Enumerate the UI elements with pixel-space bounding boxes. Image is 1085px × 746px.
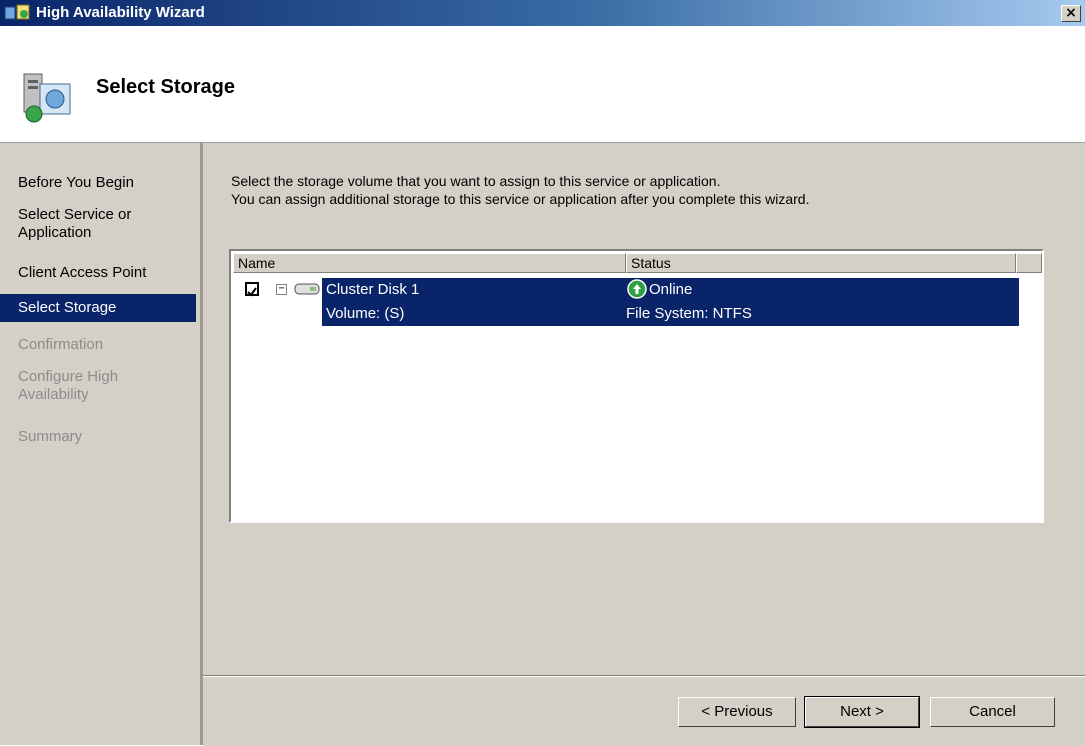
instructions-line-1: Select the storage volume that you want … (231, 173, 721, 189)
wizard-content: Select the storage volume that you want … (203, 143, 1085, 675)
nav-step-client-access-point[interactable]: Client Access Point (0, 264, 196, 282)
storage-list[interactable]: Name Status Cluster Disk 1 Volume: (S) O… (229, 249, 1044, 523)
disk-checkbox[interactable] (245, 282, 259, 297)
disk-status: Online (649, 281, 693, 298)
instructions: Select the storage volume that you want … (231, 172, 809, 208)
collapse-icon[interactable]: − (276, 284, 287, 295)
nav-step-confirmation: Confirmation (18, 336, 104, 353)
checkmark-icon (247, 287, 257, 297)
nav-step-select-storage[interactable]: Select Storage (0, 294, 196, 322)
next-button[interactable]: Next > (804, 696, 920, 728)
disk-name: Cluster Disk 1 (326, 281, 420, 298)
wizard-window: High Availability Wizard × Select Storag… (0, 0, 1085, 746)
column-header-name[interactable]: Name (233, 253, 626, 273)
footer-divider (203, 676, 1085, 677)
nav-step-select-service[interactable]: Select Service or Application (0, 206, 170, 242)
column-header-filler (1016, 253, 1042, 273)
wizard-header: Select Storage (0, 26, 1085, 143)
disk-volume: Volume: (S) (326, 305, 405, 322)
nav-step-before-you-begin[interactable]: Before You Begin (0, 174, 196, 192)
nav-step-configure-ha: Configure High Availability (18, 368, 119, 403)
list-header: Name Status (233, 253, 1042, 273)
close-button[interactable]: × (1061, 5, 1081, 22)
nav-step-summary: Summary (18, 428, 83, 445)
disk-icon (294, 283, 320, 295)
instructions-line-2: You can assign additional storage to thi… (231, 191, 810, 207)
wizard-footer: < Previous Next > Cancel (203, 675, 1085, 746)
cancel-button[interactable]: Cancel (930, 697, 1055, 727)
cluster-wizard-icon (4, 4, 30, 20)
disk-filesystem: File System: NTFS (626, 305, 752, 322)
window-title: High Availability Wizard (36, 4, 205, 21)
storage-wizard-icon (23, 73, 71, 123)
online-status-icon (627, 279, 647, 299)
page-title: Select Storage (96, 76, 235, 98)
title-bar[interactable]: High Availability Wizard × (0, 0, 1085, 26)
column-header-status[interactable]: Status (626, 253, 1016, 273)
table-row[interactable]: Cluster Disk 1 Volume: (S) Online File S… (322, 278, 1019, 326)
wizard-steps-nav: Before You Begin Select Service or Appli… (0, 143, 203, 745)
previous-button[interactable]: < Previous (678, 697, 796, 727)
